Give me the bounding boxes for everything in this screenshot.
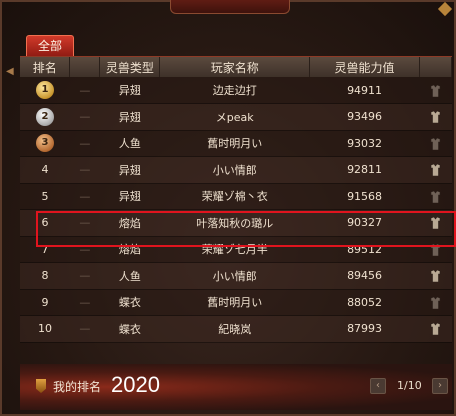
table-row[interactable]: 2 — 异翅 メpeak 93496 bbox=[20, 103, 452, 131]
table-row[interactable]: 10— 蝶衣 紀晓岚 87993 bbox=[20, 315, 452, 343]
rank-cell: 8 bbox=[20, 262, 70, 290]
player-name-cell: 舊时明月い bbox=[159, 289, 310, 316]
beast-type-cell: 异翅 bbox=[99, 103, 160, 131]
player-name-cell: メpeak bbox=[159, 103, 310, 131]
table-row[interactable]: 8— 人鱼 小い情郎 89456 bbox=[20, 262, 452, 290]
rank-cell: 5 bbox=[20, 183, 70, 210]
rank-change: — bbox=[69, 156, 100, 184]
gold-medal-icon: 1 bbox=[35, 81, 54, 99]
header-power: 灵兽能力值 bbox=[309, 57, 420, 77]
player-name-cell: 荣耀ゾ棉丶衣 bbox=[159, 183, 310, 210]
corner-ornament-icon bbox=[437, 1, 453, 17]
rank-cell: 10 bbox=[20, 315, 70, 343]
table-row[interactable]: 4— 异翅 小い情郎 92811 bbox=[20, 156, 452, 184]
rank-change: — bbox=[69, 183, 100, 210]
equip-cell bbox=[419, 289, 452, 316]
chevron-right-icon[interactable]: › bbox=[432, 378, 448, 394]
table-row[interactable]: 3 — 人鱼 舊时明月い 93032 bbox=[20, 130, 452, 157]
table-row[interactable]: 1 — 异翅 边走边打 94911 bbox=[20, 77, 452, 104]
rank-cell: 9 bbox=[20, 289, 70, 316]
rank-cell: 3 bbox=[20, 130, 70, 157]
highlighted-row-marker bbox=[36, 211, 456, 247]
my-rank-value: 2020 bbox=[111, 372, 160, 397]
armor-icon[interactable] bbox=[430, 270, 441, 283]
power-value-cell: 93496 bbox=[309, 103, 420, 131]
header-player: 玩家名称 bbox=[159, 57, 311, 77]
equip-cell bbox=[419, 315, 452, 343]
rank-change: — bbox=[69, 77, 100, 104]
equip-cell bbox=[419, 77, 452, 104]
rank-change: — bbox=[69, 289, 100, 316]
power-value-cell: 91568 bbox=[309, 183, 420, 210]
beast-type-cell: 人鱼 bbox=[99, 262, 160, 290]
power-value-cell: 93032 bbox=[309, 130, 420, 157]
table-row[interactable]: 5— 异翅 荣耀ゾ棉丶衣 91568 bbox=[20, 183, 452, 210]
page-indicator: 1/10 bbox=[397, 379, 422, 392]
rank-badge-icon bbox=[36, 379, 46, 393]
armor-icon[interactable] bbox=[430, 323, 441, 336]
rank-change: — bbox=[69, 130, 100, 157]
header-spacer bbox=[69, 57, 101, 77]
equip-cell bbox=[419, 183, 452, 210]
armor-icon[interactable] bbox=[430, 190, 441, 203]
beast-type-cell: 异翅 bbox=[99, 156, 160, 184]
rank-cell: 4 bbox=[20, 156, 70, 184]
ranking-window: ◀ 全部 排名 灵兽类型 玩家名称 灵兽能力值 1— 异翅 边走边打 94911 2— 异… bbox=[0, 0, 456, 416]
ranking-table: 排名 灵兽类型 玩家名称 灵兽能力值 1— 异翅 边走边打 94911 2— 异翅 メpea… bbox=[20, 57, 452, 343]
my-rank-bar: 我的排名 2020 ‹ 1/10 › bbox=[20, 364, 452, 410]
tab-all[interactable]: 全部 bbox=[26, 35, 74, 57]
beast-type-cell: 蝶衣 bbox=[99, 289, 160, 316]
silver-medal-icon: 2 bbox=[35, 107, 54, 126]
table-row[interactable]: 9— 蝶衣 舊时明月い 88052 bbox=[20, 289, 452, 316]
armor-icon[interactable] bbox=[430, 84, 441, 97]
chevron-left-icon[interactable]: ‹ bbox=[370, 378, 386, 394]
player-name-cell: 紀晓岚 bbox=[159, 315, 310, 343]
equip-cell bbox=[419, 130, 452, 157]
beast-type-cell: 异翅 bbox=[99, 77, 160, 104]
equip-cell bbox=[419, 262, 452, 290]
power-value-cell: 94911 bbox=[309, 77, 420, 104]
my-rank-label: 我的排名 bbox=[53, 380, 102, 394]
window-title-tab bbox=[170, 0, 290, 14]
beast-type-cell: 人鱼 bbox=[99, 130, 160, 157]
header-equip bbox=[419, 57, 452, 77]
header-type: 灵兽类型 bbox=[99, 57, 161, 77]
armor-icon[interactable] bbox=[430, 296, 441, 309]
equip-cell bbox=[419, 156, 452, 184]
player-name-cell: 小い情郎 bbox=[159, 156, 310, 184]
power-value-cell: 88052 bbox=[309, 289, 420, 316]
player-name-cell: 小い情郎 bbox=[159, 262, 310, 290]
beast-type-cell: 异翅 bbox=[99, 183, 160, 210]
armor-icon[interactable] bbox=[430, 164, 441, 177]
header-rank: 排名 bbox=[20, 57, 71, 77]
equip-cell bbox=[419, 103, 452, 131]
power-value-cell: 92811 bbox=[309, 156, 420, 184]
armor-icon[interactable] bbox=[430, 111, 441, 124]
rank-cell: 1 bbox=[20, 77, 70, 104]
ranking-panel: 排名 灵兽类型 玩家名称 灵兽能力值 1— 异翅 边走边打 94911 2— 异翅 メpea… bbox=[20, 56, 452, 364]
side-arrow-icon: ◀ bbox=[6, 66, 14, 77]
table-header: 排名 灵兽类型 玩家名称 灵兽能力值 bbox=[20, 57, 452, 77]
beast-type-cell: 蝶衣 bbox=[99, 315, 160, 343]
rank-change: — bbox=[69, 103, 100, 131]
armor-icon[interactable] bbox=[430, 137, 441, 150]
bronze-medal-icon: 3 bbox=[35, 134, 54, 153]
power-value-cell: 89456 bbox=[309, 262, 420, 290]
rank-cell: 2 bbox=[20, 103, 70, 131]
rank-change: — bbox=[69, 315, 100, 343]
player-name-cell: 边走边打 bbox=[159, 77, 310, 104]
rank-change: — bbox=[69, 262, 100, 290]
player-name-cell: 舊时明月い bbox=[159, 130, 310, 157]
power-value-cell: 87993 bbox=[309, 315, 420, 343]
